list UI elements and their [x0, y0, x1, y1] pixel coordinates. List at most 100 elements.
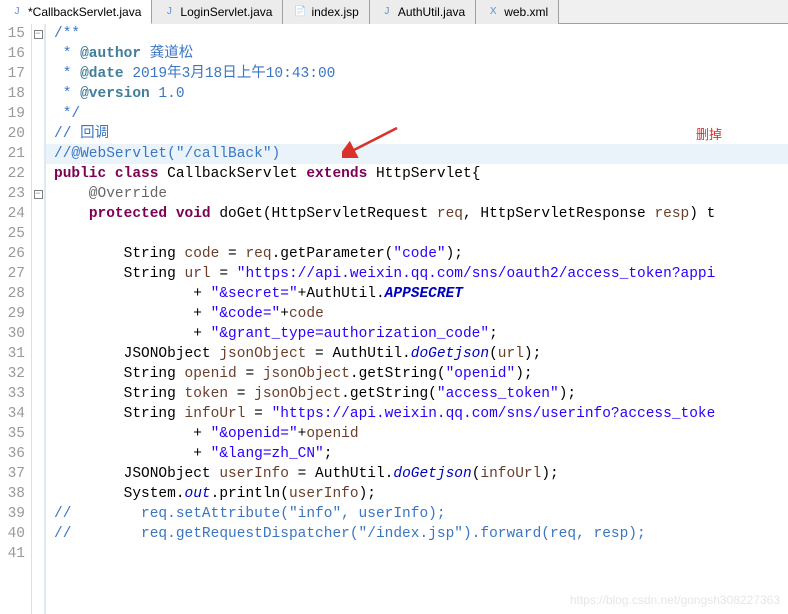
line-number: 19: [0, 104, 25, 124]
code-line[interactable]: // req.getRequestDispatcher("/index.jsp"…: [46, 524, 788, 544]
code-line[interactable]: * @date 2019年3月18日上午10:43:00: [46, 64, 788, 84]
line-number: 40: [0, 524, 25, 544]
code-line[interactable]: System.out.println(userInfo);: [46, 484, 788, 504]
line-number: 38: [0, 484, 25, 504]
fold-marker[interactable]: −: [32, 184, 44, 204]
code-line[interactable]: + "&openid="+openid: [46, 424, 788, 444]
java-file-icon: J: [162, 5, 176, 19]
code-line[interactable]: * @version 1.0: [46, 84, 788, 104]
fold-marker: [32, 204, 44, 224]
line-number: 36: [0, 444, 25, 464]
fold-marker: [32, 324, 44, 344]
fold-marker: [32, 124, 44, 144]
code-line[interactable]: + "&code="+code: [46, 304, 788, 324]
code-line[interactable]: JSONObject userInfo = AuthUtil.doGetjson…: [46, 464, 788, 484]
line-number: 26: [0, 244, 25, 264]
fold-marker: [32, 464, 44, 484]
code-line[interactable]: String infoUrl = "https://api.weixin.qq.…: [46, 404, 788, 424]
line-number: 18: [0, 84, 25, 104]
line-number: 29: [0, 304, 25, 324]
code-area[interactable]: /** * @author 龚道松 * @date 2019年3月18日上午10…: [46, 24, 788, 614]
code-line[interactable]: String token = jsonObject.getString("acc…: [46, 384, 788, 404]
line-number: 21: [0, 144, 25, 164]
fold-marker: [32, 264, 44, 284]
code-line[interactable]: JSONObject jsonObject = AuthUtil.doGetjs…: [46, 344, 788, 364]
line-number: 15: [0, 24, 25, 44]
fold-marker: [32, 64, 44, 84]
code-line[interactable]: String code = req.getParameter("code");: [46, 244, 788, 264]
code-line[interactable]: + "&lang=zh_CN";: [46, 444, 788, 464]
fold-marker: [32, 544, 44, 564]
code-line[interactable]: */: [46, 104, 788, 124]
code-line[interactable]: + "&grant_type=authorization_code";: [46, 324, 788, 344]
tab-label: *CallbackServlet.java: [28, 5, 141, 19]
code-line[interactable]: public class CallbackServlet extends Htt…: [46, 164, 788, 184]
line-gutter: 1516171819202122232425262728293031323334…: [0, 24, 32, 614]
line-number: 22: [0, 164, 25, 184]
fold-marker: [32, 304, 44, 324]
line-number: 33: [0, 384, 25, 404]
watermark: https://blog.csdn.net/gongsh308227363: [570, 590, 780, 610]
fold-marker: [32, 84, 44, 104]
line-number: 34: [0, 404, 25, 424]
fold-marker: [32, 244, 44, 264]
tab-loginservlet-java[interactable]: J LoginServlet.java: [152, 0, 283, 24]
line-number: 30: [0, 324, 25, 344]
tab--callbackservlet-java[interactable]: J *CallbackServlet.java: [0, 0, 152, 24]
java-file-icon: J: [380, 5, 394, 19]
line-number: 25: [0, 224, 25, 244]
fold-marker: [32, 384, 44, 404]
java-file-icon: J: [10, 5, 24, 19]
line-number: 23: [0, 184, 25, 204]
line-number: 16: [0, 44, 25, 64]
code-line[interactable]: /**: [46, 24, 788, 44]
line-number: 39: [0, 504, 25, 524]
code-line[interactable]: [46, 544, 788, 564]
code-line[interactable]: * @author 龚道松: [46, 44, 788, 64]
editor-area: 1516171819202122232425262728293031323334…: [0, 24, 788, 614]
jsp-file-icon: 📄: [293, 5, 307, 19]
tab-label: index.jsp: [311, 5, 358, 19]
fold-marker: [32, 364, 44, 384]
code-line[interactable]: //@WebServlet("/callBack")删掉: [46, 144, 788, 164]
fold-marker[interactable]: −: [32, 24, 44, 44]
code-line[interactable]: String url = "https://api.weixin.qq.com/…: [46, 264, 788, 284]
fold-marker: [32, 224, 44, 244]
fold-marker: [32, 484, 44, 504]
xml-file-icon: X: [486, 5, 500, 19]
code-line[interactable]: [46, 224, 788, 244]
line-number: 35: [0, 424, 25, 444]
fold-column: −−: [32, 24, 46, 614]
code-line[interactable]: @Override: [46, 184, 788, 204]
fold-marker: [32, 284, 44, 304]
editor-tabs: J *CallbackServlet.java J LoginServlet.java…: [0, 0, 788, 24]
tab-label: AuthUtil.java: [398, 5, 465, 19]
line-number: 17: [0, 64, 25, 84]
tab-authutil-java[interactable]: J AuthUtil.java: [370, 0, 476, 24]
line-number: 27: [0, 264, 25, 284]
fold-marker: [32, 404, 44, 424]
fold-marker: [32, 504, 44, 524]
code-line[interactable]: + "&secret="+AuthUtil.APPSECRET: [46, 284, 788, 304]
fold-marker: [32, 344, 44, 364]
code-line[interactable]: // 回调: [46, 124, 788, 144]
fold-marker: [32, 104, 44, 124]
fold-marker: [32, 524, 44, 544]
tab-web-xml[interactable]: Xweb.xml: [476, 0, 559, 24]
tab-label: web.xml: [504, 5, 548, 19]
code-line[interactable]: String openid = jsonObject.getString("op…: [46, 364, 788, 384]
line-number: 41: [0, 544, 25, 564]
tab-label: LoginServlet.java: [180, 5, 272, 19]
fold-marker: [32, 144, 44, 164]
fold-marker: [32, 444, 44, 464]
code-line[interactable]: protected void doGet(HttpServletRequest …: [46, 204, 788, 224]
line-number: 20: [0, 124, 25, 144]
line-number: 24: [0, 204, 25, 224]
fold-marker: [32, 44, 44, 64]
line-number: 32: [0, 364, 25, 384]
line-number: 37: [0, 464, 25, 484]
tab-index-jsp[interactable]: 📄 index.jsp: [283, 0, 369, 24]
line-number: 28: [0, 284, 25, 304]
line-number: 31: [0, 344, 25, 364]
code-line[interactable]: // req.setAttribute("info", userInfo);: [46, 504, 788, 524]
